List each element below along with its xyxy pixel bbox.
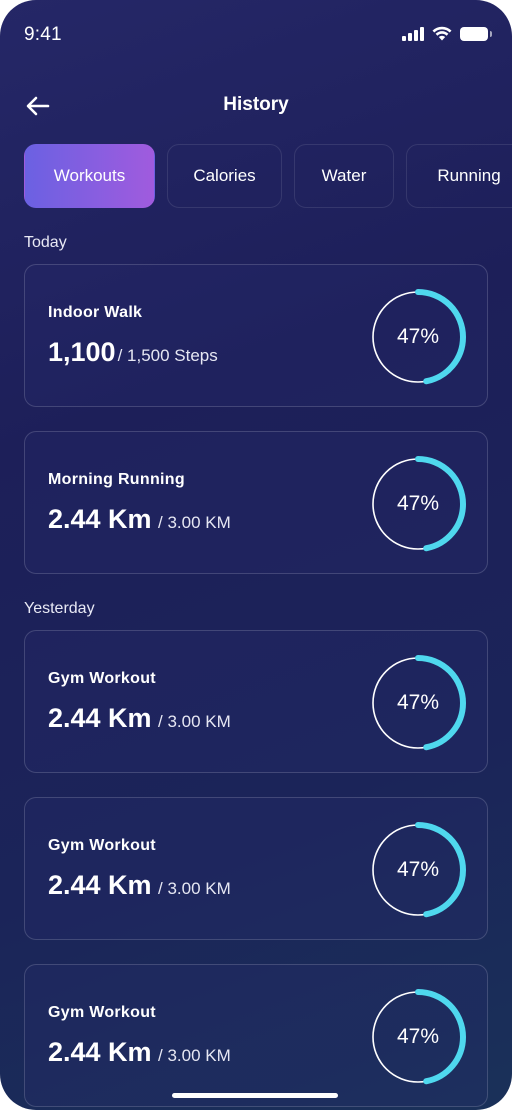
progress-percent: 47% xyxy=(396,1025,440,1048)
battery-icon xyxy=(460,26,492,41)
progress-percent: 47% xyxy=(396,492,440,515)
card-value-current: 2.44 Km xyxy=(48,504,152,534)
card-value-current: 2.44 Km xyxy=(48,870,152,900)
tab-workouts[interactable]: Workouts xyxy=(24,144,155,208)
status-icons xyxy=(402,26,492,41)
workout-card[interactable]: Gym Workout 2.44 Km / 3.00 KM 47% xyxy=(24,964,488,1107)
card-value: 1,100/ 1,500 Steps xyxy=(48,337,218,368)
section-label-today: Today xyxy=(24,234,67,251)
tab-water[interactable]: Water xyxy=(294,144,394,208)
card-value-current: 2.44 Km xyxy=(48,703,152,733)
home-indicator xyxy=(172,1093,338,1098)
workout-card[interactable]: Gym Workout 2.44 Km / 3.00 KM 47% xyxy=(24,797,488,940)
card-value: 2.44 Km / 3.00 KM xyxy=(48,703,231,734)
cellular-signal-icon xyxy=(402,26,424,41)
history-screen: 9:41 History Workouts Calories Water Run… xyxy=(0,0,512,1110)
tab-bar: Workouts Calories Water Running xyxy=(24,144,512,208)
tab-calories[interactable]: Calories xyxy=(167,144,282,208)
card-value-goal: / 3.00 KM xyxy=(158,1046,231,1065)
status-time: 9:41 xyxy=(24,24,62,45)
card-title: Indoor Walk xyxy=(48,304,143,321)
progress-percent: 47% xyxy=(396,691,440,714)
page-title: History xyxy=(223,94,289,115)
card-value: 2.44 Km / 3.00 KM xyxy=(48,504,231,535)
card-value-goal: / 3.00 KM xyxy=(158,513,231,532)
progress-percent: 47% xyxy=(396,325,440,348)
card-value-goal: / 3.00 KM xyxy=(158,712,231,731)
card-value-goal: / 1,500 Steps xyxy=(117,346,218,365)
progress-percent: 47% xyxy=(396,858,440,881)
card-value: 2.44 Km / 3.00 KM xyxy=(48,870,231,901)
card-title: Gym Workout xyxy=(48,837,156,854)
card-title: Morning Running xyxy=(48,471,185,488)
card-value-current: 1,100 xyxy=(48,337,116,367)
card-value-goal: / 3.00 KM xyxy=(158,879,231,898)
workout-card[interactable]: Gym Workout 2.44 Km / 3.00 KM 47% xyxy=(24,630,488,773)
wifi-icon xyxy=(432,26,452,41)
tab-running[interactable]: Running xyxy=(406,144,512,208)
card-value-current: 2.44 Km xyxy=(48,1037,152,1067)
card-title: Gym Workout xyxy=(48,1004,156,1021)
workout-card[interactable]: Indoor Walk 1,100/ 1,500 Steps 47% xyxy=(24,264,488,407)
workout-card[interactable]: Morning Running 2.44 Km / 3.00 KM 47% xyxy=(24,431,488,574)
section-label-yesterday: Yesterday xyxy=(24,600,95,617)
card-value: 2.44 Km / 3.00 KM xyxy=(48,1037,231,1068)
card-title: Gym Workout xyxy=(48,670,156,687)
